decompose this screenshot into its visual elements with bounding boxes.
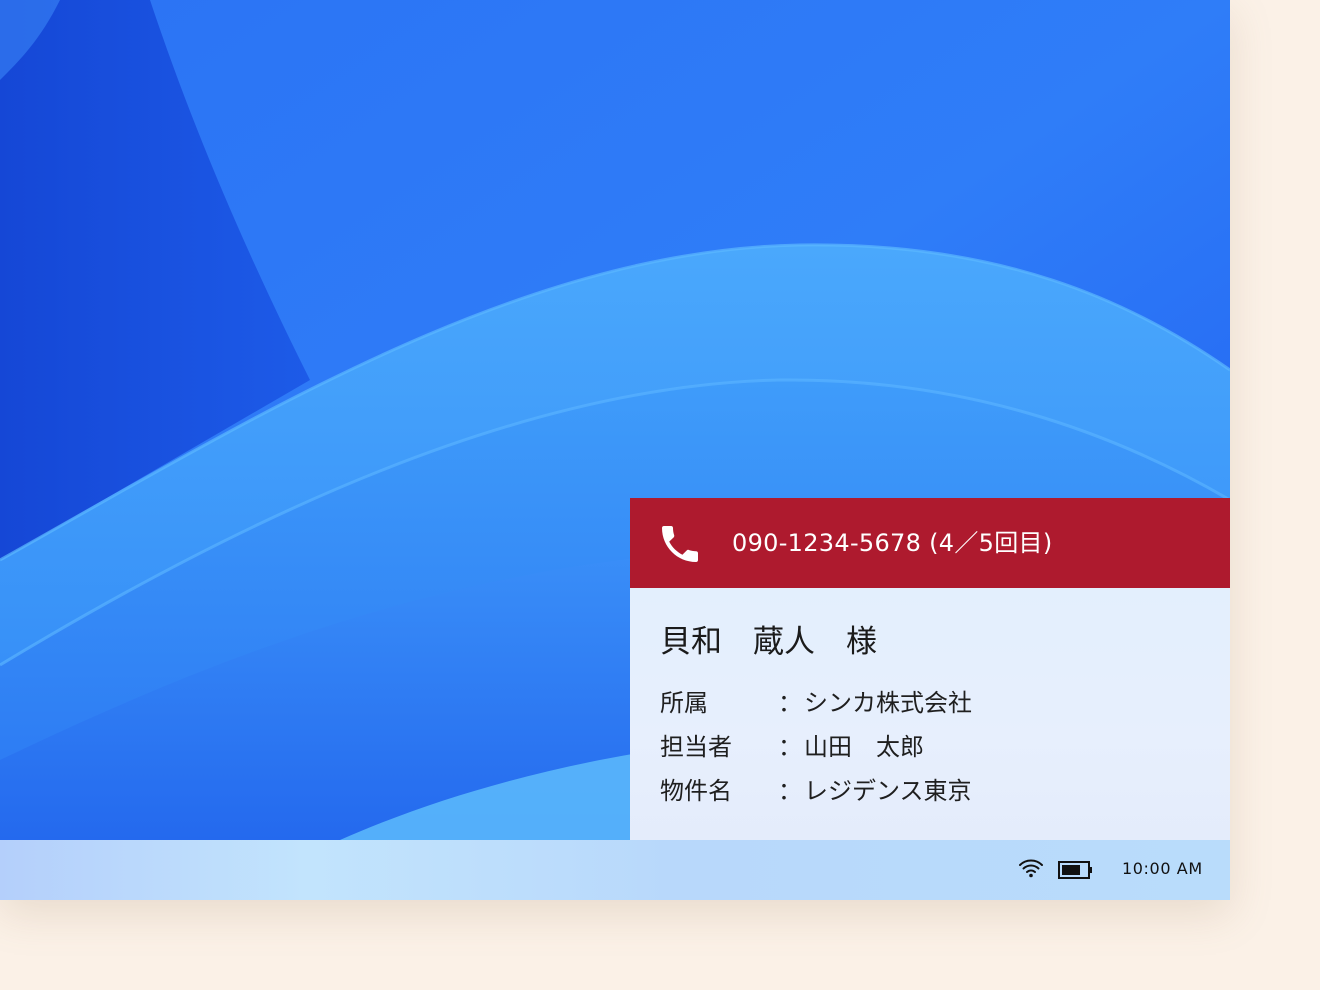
taskbar-clock[interactable]: 10:00 AM xyxy=(1122,858,1203,880)
taskbar: 10:00 AM xyxy=(0,840,1230,900)
phone-icon xyxy=(662,526,698,562)
affiliation-row: 所属 ： シンカ株式会社 xyxy=(660,686,972,720)
property-name-value: レジデンス東京 xyxy=(804,777,972,805)
person-in-charge-label: 担当者 xyxy=(660,733,732,761)
property-name-row: 物件名 ： レジデンス東京 xyxy=(660,774,972,808)
property-name-colon: ： xyxy=(778,777,802,805)
notification-header: 090-1234-5678 (4／5回目) xyxy=(630,498,1230,588)
desktop-screen: 090-1234-5678 (4／5回目) 貝和 蔵人 様 所属 ： シンカ株式… xyxy=(0,0,1230,900)
person-in-charge-row: 担当者 ： 山田 太郎 xyxy=(660,730,924,764)
affiliation-value: シンカ株式会社 xyxy=(804,689,972,717)
property-name-label: 物件名 xyxy=(660,777,732,805)
caller-phone-number: 090-1234-5678 (4／5回目) xyxy=(732,529,1053,557)
affiliation-colon: ： xyxy=(778,689,802,717)
battery-icon[interactable] xyxy=(1058,859,1094,881)
caller-details: 貝和 蔵人 様 所属 ： シンカ株式会社 担当者 ： 山田 太郎 物件名 ： レ… xyxy=(630,588,1230,840)
person-in-charge-value: 山田 太郎 xyxy=(804,733,924,761)
customer-name: 貝和 蔵人 様 xyxy=(660,624,877,660)
affiliation-label: 所属 xyxy=(660,689,708,717)
wifi-icon[interactable] xyxy=(1018,857,1044,879)
person-in-charge-colon: ： xyxy=(778,733,802,761)
incoming-call-notification[interactable]: 090-1234-5678 (4／5回目) 貝和 蔵人 様 所属 ： シンカ株式… xyxy=(630,498,1230,840)
